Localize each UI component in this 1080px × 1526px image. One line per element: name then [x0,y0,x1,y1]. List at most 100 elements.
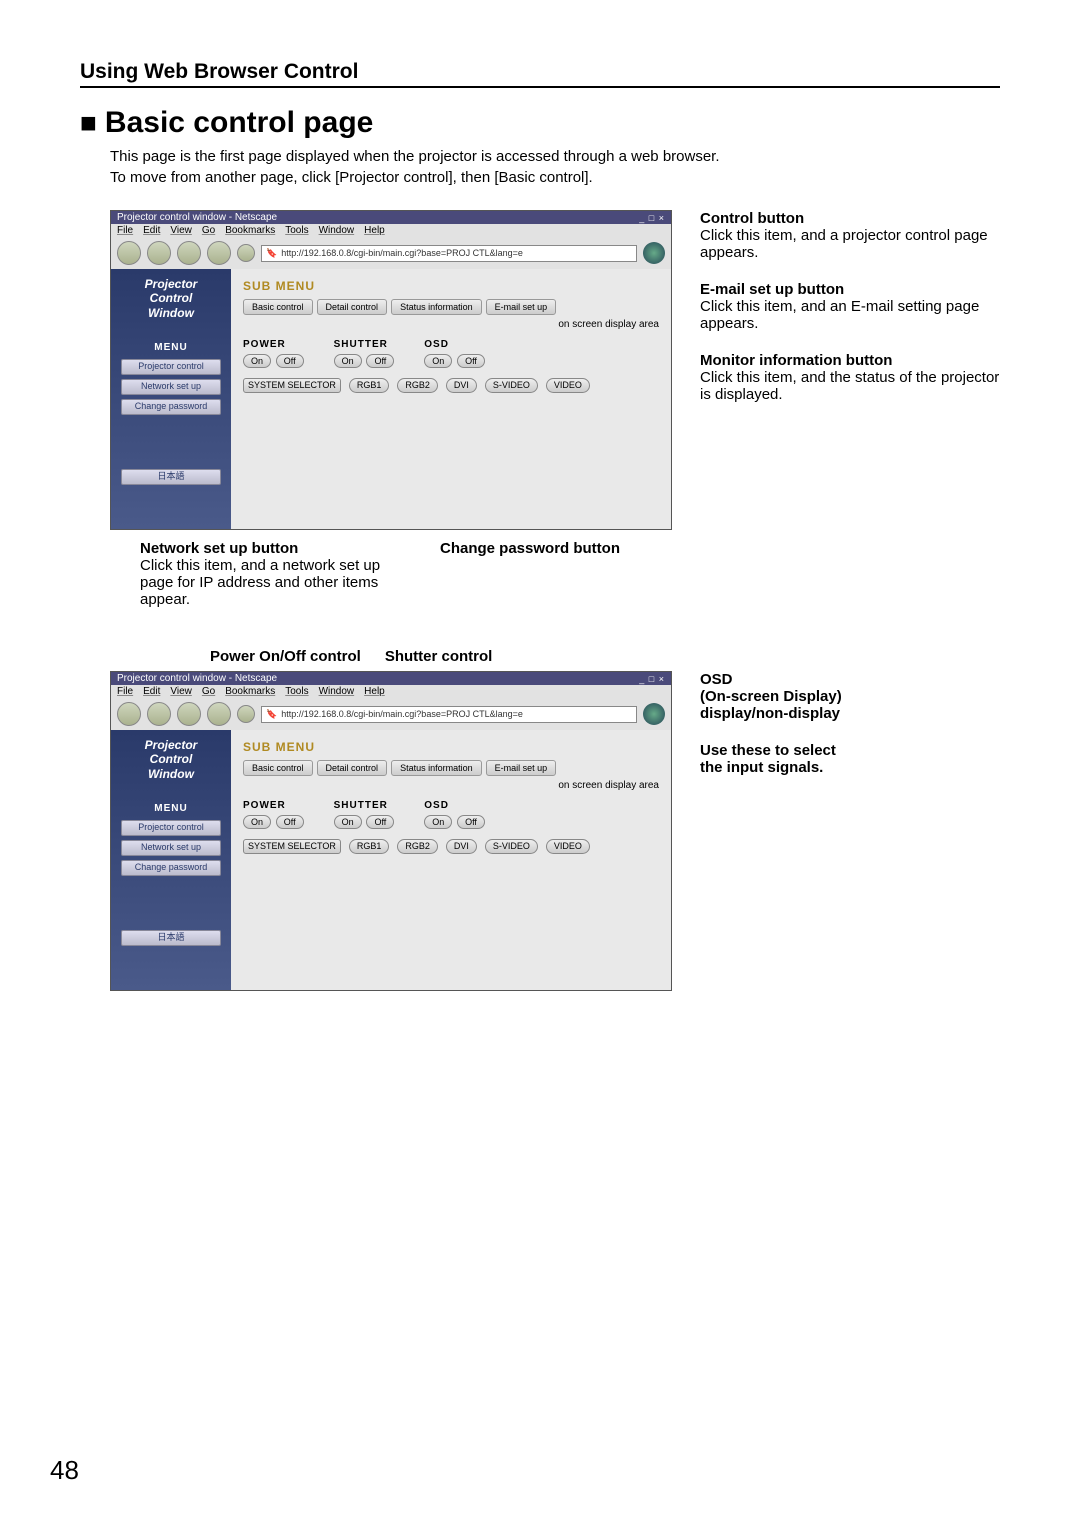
sidebar-item-change-password[interactable]: Change password [121,399,221,415]
annotation-osd: OSD (On-screen Display) display/non-disp… [700,671,1000,722]
shutter-off-button[interactable]: Off [366,354,394,368]
url-field[interactable]: 🔖 http://192.168.0.8/cgi-bin/main.cgi?ba… [261,245,637,262]
power-on-button[interactable]: On [243,354,271,368]
menu-heading: MENU [115,803,227,814]
input-rgb1-button[interactable]: RGB1 [349,839,390,854]
menu-heading: MENU [115,342,227,353]
input-svideo-button[interactable]: S-VIDEO [485,839,538,854]
power-off-button[interactable]: Off [276,815,304,829]
tab-basic-control[interactable]: Basic control [243,760,313,776]
netscape-logo-icon [643,703,665,725]
input-rgb2-button[interactable]: RGB2 [397,378,438,393]
input-video-button[interactable]: VIDEO [546,839,590,854]
system-selector-button[interactable]: SYSTEM SELECTOR [243,378,341,393]
input-rgb2-button[interactable]: RGB2 [397,839,438,854]
screenshot-1: Projector control window - Netscape _ □ … [110,210,672,530]
stop-icon[interactable] [207,241,231,265]
osd-off-button[interactable]: Off [457,815,485,829]
sidebar-item-change-password[interactable]: Change password [121,860,221,876]
tab-email-setup[interactable]: E-mail set up [486,299,557,315]
osd-area-label: on screen display area [558,780,659,791]
back-icon[interactable] [117,702,141,726]
sidebar-item-network-setup[interactable]: Network set up [121,379,221,395]
window-title: Projector control window - Netscape [117,212,277,223]
annotation-email: E-mail set up button Click this item, an… [700,281,1000,332]
input-rgb1-button[interactable]: RGB1 [349,378,390,393]
annotation-inputs: Use these to select the input signals. [700,742,1000,776]
sidebar-item-japanese[interactable]: 日本語 [121,930,221,946]
back-icon[interactable] [117,241,141,265]
menu-edit[interactable]: Edit [143,225,160,236]
annotation-change-password: Change password button [440,540,700,608]
forward-icon[interactable] [147,241,171,265]
menu-bookmarks[interactable]: Bookmarks [225,686,275,697]
sidebar-item-projector-control[interactable]: Projector control [121,820,221,836]
osd-area-label: on screen display area [558,319,659,330]
menubar[interactable]: File Edit View Go Bookmarks Tools Window… [111,224,671,237]
shutter-label: SHUTTER [334,800,397,811]
menu-file[interactable]: File [117,225,133,236]
stop-icon[interactable] [207,702,231,726]
shutter-on-button[interactable]: On [334,354,362,368]
tab-status-information[interactable]: Status information [391,760,482,776]
input-dvi-button[interactable]: DVI [446,378,477,393]
input-video-button[interactable]: VIDEO [546,378,590,393]
sidebar-item-japanese[interactable]: 日本語 [121,469,221,485]
app-logo: Projector Control Window [115,738,227,781]
window-controls-icon[interactable]: _ □ × [639,213,665,223]
home-icon[interactable] [237,705,255,723]
menu-window[interactable]: Window [319,225,355,236]
osd-on-button[interactable]: On [424,354,452,368]
window-title: Projector control window - Netscape [117,673,277,684]
menu-go[interactable]: Go [202,225,215,236]
url-icon: 🔖 [266,248,277,259]
annotation-network: Network set up button Click this item, a… [140,540,400,608]
menubar[interactable]: File Edit View Go Bookmarks Tools Window… [111,685,671,698]
url-field[interactable]: 🔖 http://192.168.0.8/cgi-bin/main.cgi?ba… [261,706,637,723]
menu-help[interactable]: Help [364,225,385,236]
annotation-power: Power On/Off control [210,648,361,665]
osd-label: OSD [424,339,487,350]
shutter-on-button[interactable]: On [334,815,362,829]
menu-tools[interactable]: Tools [285,686,308,697]
forward-icon[interactable] [147,702,171,726]
shutter-off-button[interactable]: Off [366,815,394,829]
screenshot-2: Projector control window - Netscape _ □ … [110,671,672,991]
power-on-button[interactable]: On [243,815,271,829]
menu-view[interactable]: View [170,686,192,697]
menu-bookmarks[interactable]: Bookmarks [225,225,275,236]
tab-detail-control[interactable]: Detail control [317,299,388,315]
window-controls-icon[interactable]: _ □ × [639,674,665,684]
reload-icon[interactable] [177,241,201,265]
tab-email-setup[interactable]: E-mail set up [486,760,557,776]
menu-tools[interactable]: Tools [285,225,308,236]
sidebar-item-network-setup[interactable]: Network set up [121,840,221,856]
menu-window[interactable]: Window [319,686,355,697]
power-off-button[interactable]: Off [276,354,304,368]
tab-basic-control[interactable]: Basic control [243,299,313,315]
submenu-label: SUB MENU [243,279,659,293]
osd-on-button[interactable]: On [424,815,452,829]
menu-help[interactable]: Help [364,686,385,697]
tab-status-information[interactable]: Status information [391,299,482,315]
input-dvi-button[interactable]: DVI [446,839,477,854]
osd-off-button[interactable]: Off [457,354,485,368]
menu-go[interactable]: Go [202,686,215,697]
sidebar-item-projector-control[interactable]: Projector control [121,359,221,375]
menu-view[interactable]: View [170,225,192,236]
intro-text: This page is the first page displayed wh… [110,146,1000,188]
reload-icon[interactable] [177,702,201,726]
url-text: http://192.168.0.8/cgi-bin/main.cgi?base… [281,709,523,719]
input-svideo-button[interactable]: S-VIDEO [485,378,538,393]
page-number: 48 [50,1455,79,1486]
system-selector-button[interactable]: SYSTEM SELECTOR [243,839,341,854]
tab-detail-control[interactable]: Detail control [317,760,388,776]
menu-file[interactable]: File [117,686,133,697]
menu-edit[interactable]: Edit [143,686,160,697]
home-icon[interactable] [237,244,255,262]
submenu-label: SUB MENU [243,740,659,754]
power-label: POWER [243,800,306,811]
url-icon: 🔖 [266,709,277,720]
osd-label: OSD [424,800,487,811]
url-text: http://192.168.0.8/cgi-bin/main.cgi?base… [281,248,523,258]
